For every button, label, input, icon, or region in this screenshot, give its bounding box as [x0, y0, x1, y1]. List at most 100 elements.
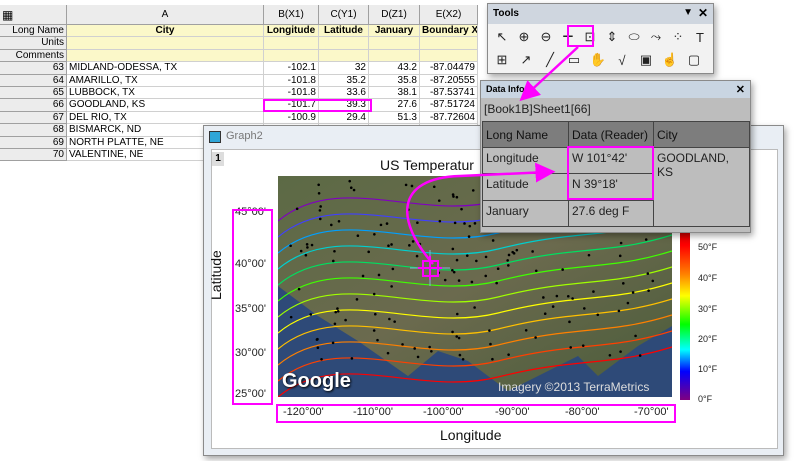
- worksheet-icon[interactable]: ▦: [0, 5, 67, 25]
- cell-lat[interactable]: 35.2: [319, 74, 369, 87]
- row-header[interactable]: 67: [0, 111, 67, 125]
- cell-lat[interactable]: 33.6: [319, 87, 369, 100]
- insert-graph-tool[interactable]: ▣: [636, 50, 656, 70]
- station-point: [385, 222, 389, 225]
- cell-jan[interactable]: 51.3: [369, 111, 420, 125]
- cell-bx[interactable]: -87.51724: [420, 99, 478, 112]
- cell-city[interactable]: AMARILLO, TX: [67, 74, 264, 87]
- station-point: [596, 313, 600, 317]
- long-name-cell[interactable]: Longitude: [264, 25, 319, 38]
- cell-lon[interactable]: -102.1: [264, 62, 319, 75]
- annotation-icon: ⁘: [672, 29, 684, 44]
- colorbar[interactable]: [680, 232, 690, 400]
- pan-icon: ✋: [589, 52, 607, 67]
- row-header[interactable]: 68: [0, 124, 67, 137]
- row-header[interactable]: 70: [0, 149, 67, 162]
- pointer-tool[interactable]: ↖: [492, 27, 512, 47]
- station-point: [626, 301, 630, 305]
- station-point: [608, 354, 612, 357]
- cell-bx[interactable]: -87.20555: [420, 74, 478, 87]
- station-point: [430, 349, 433, 353]
- cell-jan[interactable]: 35.8: [369, 74, 420, 87]
- station-point: [491, 357, 494, 361]
- station-point: [506, 259, 509, 262]
- station-point: [646, 272, 650, 275]
- region-of-interest-tool[interactable]: ⊞: [492, 50, 512, 70]
- cell-city[interactable]: MIDLAND-ODESSA, TX: [67, 62, 264, 75]
- meta-cell[interactable]: [420, 37, 478, 50]
- rectangle-tool[interactable]: ▭: [564, 50, 584, 70]
- long-name-cell[interactable]: January: [369, 25, 420, 38]
- colorbar-label: 10°F: [698, 364, 718, 374]
- station-point: [315, 338, 319, 341]
- column-header[interactable]: C(Y1): [319, 5, 369, 25]
- cell-city[interactable]: LUBBOCK, TX: [67, 87, 264, 100]
- cell-bx[interactable]: -87.72604: [420, 111, 478, 125]
- annotation-tool[interactable]: ⁘: [668, 27, 688, 47]
- move-data-tool[interactable]: ☝: [660, 50, 680, 70]
- meta-row-label[interactable]: Long Name: [0, 25, 67, 38]
- meta-row-label[interactable]: Units: [0, 37, 67, 50]
- pan-tool[interactable]: ✋: [588, 50, 608, 70]
- close-icon[interactable]: ✕: [698, 6, 708, 20]
- line-tool[interactable]: ╱: [540, 50, 560, 70]
- column-header[interactable]: B(X1): [264, 5, 319, 25]
- cell-jan[interactable]: 38.1: [369, 87, 420, 100]
- column-header[interactable]: A: [67, 5, 264, 25]
- long-name-cell[interactable]: Latitude: [319, 25, 369, 38]
- region-draw-tool[interactable]: ⤳: [646, 27, 666, 47]
- zoom-in-tool[interactable]: ⊕: [514, 27, 534, 47]
- cell-jan[interactable]: 27.6: [369, 99, 420, 112]
- cell-lat[interactable]: 29.4: [319, 111, 369, 125]
- cell-lon[interactable]: -101.8: [264, 87, 319, 100]
- dropdown-icon[interactable]: ▼: [683, 7, 693, 18]
- column-header[interactable]: E(X2): [420, 5, 478, 25]
- data-selector-tool[interactable]: ⇕: [602, 27, 622, 47]
- cell-jan[interactable]: 43.2: [369, 62, 420, 75]
- graph-title: US Temperatur: [380, 157, 474, 173]
- long-name-cell[interactable]: City: [67, 25, 264, 38]
- meta-cell[interactable]: [369, 37, 420, 50]
- cell-bx[interactable]: -87.53741: [420, 87, 478, 100]
- text-icon: T: [696, 29, 704, 45]
- station-point: [507, 353, 510, 356]
- close-icon[interactable]: ✕: [736, 83, 745, 96]
- cell-lat[interactable]: 32: [319, 62, 369, 75]
- meta-cell[interactable]: [264, 49, 319, 63]
- meta-cell[interactable]: [264, 37, 319, 50]
- zoom-out-tool[interactable]: ⊖: [536, 27, 556, 47]
- insert-equation-tool[interactable]: √: [612, 50, 632, 70]
- layer-tab[interactable]: 1: [212, 152, 224, 166]
- column-header[interactable]: D(Z1): [369, 5, 420, 25]
- x-ticks-highlight: [276, 404, 676, 423]
- meta-row-label[interactable]: Comments: [0, 49, 67, 63]
- meta-cell[interactable]: [369, 49, 420, 63]
- data-reader-crosshair[interactable]: [410, 250, 450, 286]
- row-header[interactable]: 63: [0, 62, 67, 75]
- cell-bx[interactable]: -87.04479: [420, 62, 478, 75]
- meta-cell[interactable]: [67, 49, 264, 63]
- meta-cell[interactable]: [67, 37, 264, 50]
- long-name-cell[interactable]: Boundary X: [420, 25, 478, 38]
- tools-toolbar[interactable]: Tools ▼ ✕ ↖ ⊕ ⊖ ✛ ⊡ ⇕ ⬭ ⤳ ⁘ T ⊞ ↗ ╱ ▭ ✋ √ ▣ ☝ ▢: [487, 3, 714, 74]
- station-point: [309, 313, 313, 316]
- station-point: [374, 312, 377, 316]
- cell-lon[interactable]: -100.9: [264, 111, 319, 125]
- cell-city[interactable]: GOODLAND, KS: [67, 99, 264, 112]
- meta-cell[interactable]: [319, 49, 369, 63]
- row-header[interactable]: 64: [0, 74, 67, 87]
- cell-city[interactable]: DEL RIO, TX: [67, 111, 264, 125]
- meta-cell[interactable]: [319, 37, 369, 50]
- 3d-rotate-tool[interactable]: ▢: [684, 50, 704, 70]
- row-header[interactable]: 65: [0, 87, 67, 100]
- cell-lon[interactable]: -101.8: [264, 74, 319, 87]
- arrow-tool[interactable]: ↗: [516, 50, 536, 70]
- text-tool[interactable]: T: [690, 27, 710, 47]
- station-point: [289, 244, 292, 248]
- row-header[interactable]: 69: [0, 136, 67, 149]
- meta-cell[interactable]: [420, 49, 478, 63]
- region-mask-tool[interactable]: ⬭: [624, 27, 644, 47]
- station-point: [451, 330, 454, 334]
- row-header[interactable]: 66: [0, 99, 67, 112]
- row-name: Longitude: [482, 147, 569, 174]
